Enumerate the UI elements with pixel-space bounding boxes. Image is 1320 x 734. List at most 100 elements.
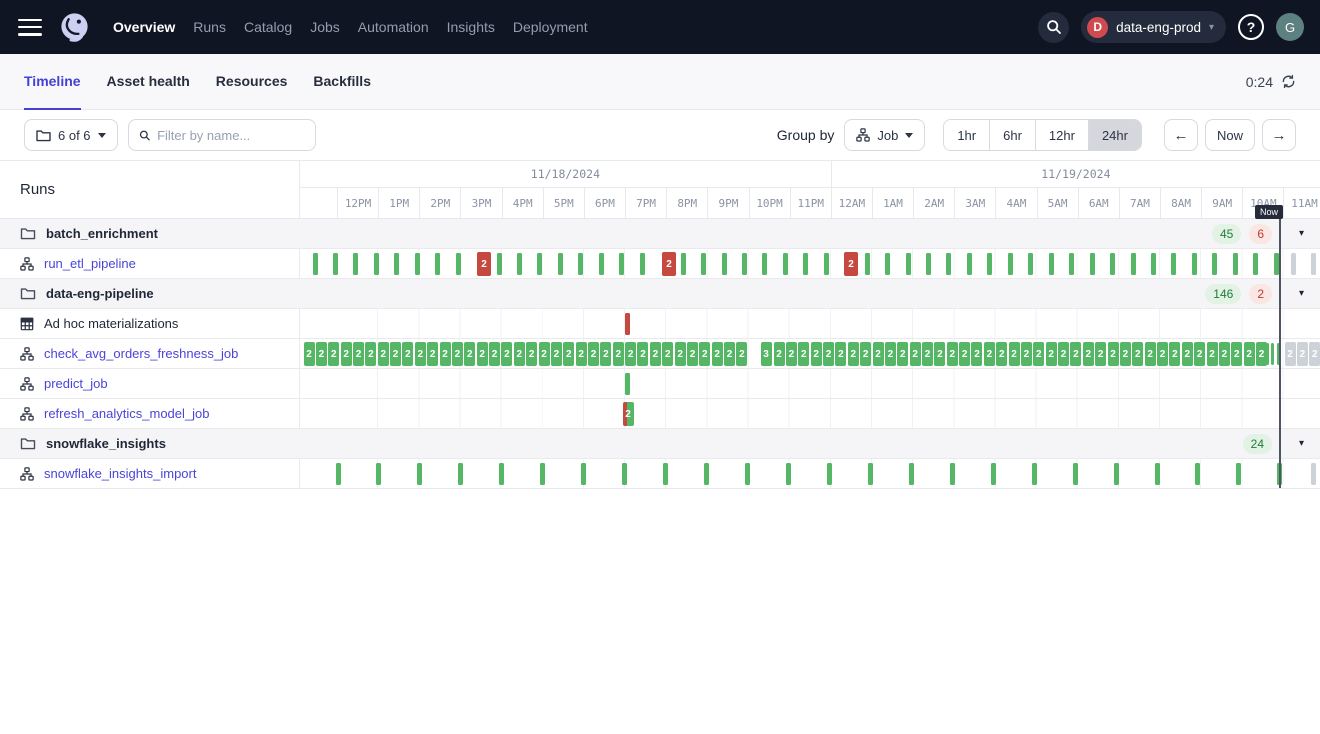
run-tick-mark[interactable] (1114, 463, 1119, 485)
run-batch-mark[interactable]: 2 (835, 342, 846, 366)
run-batch-mark[interactable]: 2 (464, 342, 475, 366)
run-batch-mark[interactable]: 3 (761, 342, 772, 366)
run-tick-mark[interactable] (1110, 253, 1115, 275)
tab-asset-health[interactable]: Asset health (107, 55, 190, 110)
run-tick-mark[interactable] (640, 253, 645, 275)
run-batch-mark[interactable]: 2 (1083, 342, 1094, 366)
run-batch-mark[interactable]: 2 (1244, 342, 1255, 366)
now-button[interactable]: Now (1205, 119, 1255, 151)
run-tick-mark[interactable] (313, 253, 318, 275)
scope-dropdown[interactable]: 6 of 6 (24, 119, 118, 151)
run-tick-mark[interactable] (336, 463, 341, 485)
run-batch-mark[interactable]: 2 (328, 342, 339, 366)
run-tick-mark[interactable] (1192, 253, 1197, 275)
run-tick-mark[interactable] (394, 253, 399, 275)
run-batch-mark[interactable]: 2 (1058, 342, 1069, 366)
run-batch-mark[interactable]: 2 (811, 342, 822, 366)
run-batch-mark[interactable]: 2 (996, 342, 1007, 366)
run-batch-mark[interactable]: 2 (489, 342, 500, 366)
run-batch-mark[interactable]: 2 (477, 252, 491, 276)
run-batch-mark[interactable]: 2 (1021, 342, 1032, 366)
run-tick-mark[interactable] (909, 463, 914, 485)
run-tick-mark[interactable] (1028, 253, 1033, 275)
run-batch-mark[interactable]: 2 (844, 252, 858, 276)
run-tick-mark[interactable] (1311, 253, 1316, 275)
run-tick-mark[interactable] (946, 253, 951, 275)
name-filter-input[interactable] (157, 128, 304, 143)
run-tick-mark[interactable] (1195, 463, 1200, 485)
run-tick-mark[interactable] (558, 253, 563, 275)
tab-timeline[interactable]: Timeline (24, 55, 81, 110)
run-batch-mark[interactable]: 2 (514, 342, 525, 366)
run-tick-mark[interactable] (865, 253, 870, 275)
range-6hr[interactable]: 6hr (989, 120, 1035, 150)
failure-count-badge[interactable]: 2 (1249, 284, 1272, 304)
run-tick-mark[interactable] (1155, 463, 1160, 485)
run-batch-mark[interactable]: 2 (539, 342, 550, 366)
run-batch-mark[interactable]: 2 (712, 342, 723, 366)
refresh-button[interactable] (1281, 74, 1296, 89)
dagster-logo-icon[interactable] (58, 11, 91, 44)
run-tick-mark[interactable] (353, 253, 358, 275)
collapse-caret-icon[interactable]: ▾ (1299, 279, 1304, 308)
run-tick-mark[interactable] (599, 253, 604, 275)
run-tick-mark[interactable] (742, 253, 747, 275)
collapse-caret-icon[interactable]: ▾ (1299, 429, 1304, 458)
nav-item-catalog[interactable]: Catalog (244, 19, 292, 35)
run-batch-mark[interactable]: 2 (848, 342, 859, 366)
run-tick-mark[interactable] (497, 253, 502, 275)
run-tick-mark[interactable] (415, 253, 420, 275)
run-tick-mark[interactable] (1253, 253, 1258, 275)
run-tick-mark[interactable] (868, 463, 873, 485)
run-batch-mark[interactable]: 2 (390, 342, 401, 366)
nav-item-runs[interactable]: Runs (193, 19, 226, 35)
nav-item-overview[interactable]: Overview (113, 19, 175, 35)
run-batch-mark[interactable]: 2 (724, 342, 735, 366)
run-tick-mark[interactable] (824, 253, 829, 275)
run-tick-mark[interactable] (417, 463, 422, 485)
next-page-button[interactable]: → (1262, 119, 1296, 151)
run-tick-mark[interactable] (625, 373, 630, 395)
failure-count-badge[interactable]: 6 (1249, 224, 1272, 244)
run-batch-mark[interactable]: 2 (1033, 342, 1044, 366)
tab-resources[interactable]: Resources (216, 55, 288, 110)
run-tick-mark[interactable] (499, 463, 504, 485)
run-tick-mark[interactable] (967, 253, 972, 275)
run-tick-mark[interactable] (991, 463, 996, 485)
nav-item-automation[interactable]: Automation (358, 19, 429, 35)
range-1hr[interactable]: 1hr (944, 120, 989, 150)
help-button[interactable]: ? (1238, 14, 1264, 40)
nav-item-jobs[interactable]: Jobs (310, 19, 340, 35)
run-tick-mark[interactable] (517, 253, 522, 275)
job-name[interactable]: check_avg_orders_freshness_job (44, 346, 238, 361)
run-tick-mark[interactable] (1090, 253, 1095, 275)
deployment-switcher[interactable]: D data-eng-prod ▾ (1081, 11, 1226, 43)
run-batch-mark[interactable]: 2 (786, 342, 797, 366)
run-tick-mark[interactable] (1274, 253, 1279, 275)
job-name[interactable]: refresh_analytics_model_job (44, 406, 209, 421)
run-batch-mark[interactable]: 2 (662, 252, 676, 276)
job-name[interactable]: predict_job (44, 376, 108, 391)
run-batch-mark[interactable]: 2 (1207, 342, 1218, 366)
run-tick-mark[interactable] (1069, 253, 1074, 275)
run-batch-mark[interactable]: 2 (1120, 342, 1131, 366)
run-batch-mark[interactable]: 2 (588, 342, 599, 366)
run-tick-mark[interactable] (663, 463, 668, 485)
run-tick-mark[interactable] (681, 253, 686, 275)
run-tick-mark[interactable] (578, 253, 583, 275)
run-batch-mark[interactable]: 2 (1194, 342, 1205, 366)
run-batch-mark[interactable]: 2 (1095, 342, 1106, 366)
run-tick-mark[interactable] (786, 463, 791, 485)
run-tick-mark[interactable] (625, 313, 630, 335)
run-tick-mark[interactable] (1151, 253, 1156, 275)
run-batch-mark[interactable]: 2 (353, 342, 364, 366)
run-batch-mark[interactable]: 2 (526, 342, 537, 366)
run-batch-mark[interactable]: 2 (947, 342, 958, 366)
run-tick-mark[interactable] (704, 463, 709, 485)
run-batch-mark[interactable]: 2 (402, 342, 413, 366)
run-tick-mark[interactable] (1233, 253, 1238, 275)
run-batch-mark[interactable]: 2 (1231, 342, 1242, 366)
menu-icon[interactable] (18, 19, 42, 36)
run-batch-mark[interactable]: 2 (452, 342, 463, 366)
run-tick-mark[interactable] (1266, 343, 1269, 365)
